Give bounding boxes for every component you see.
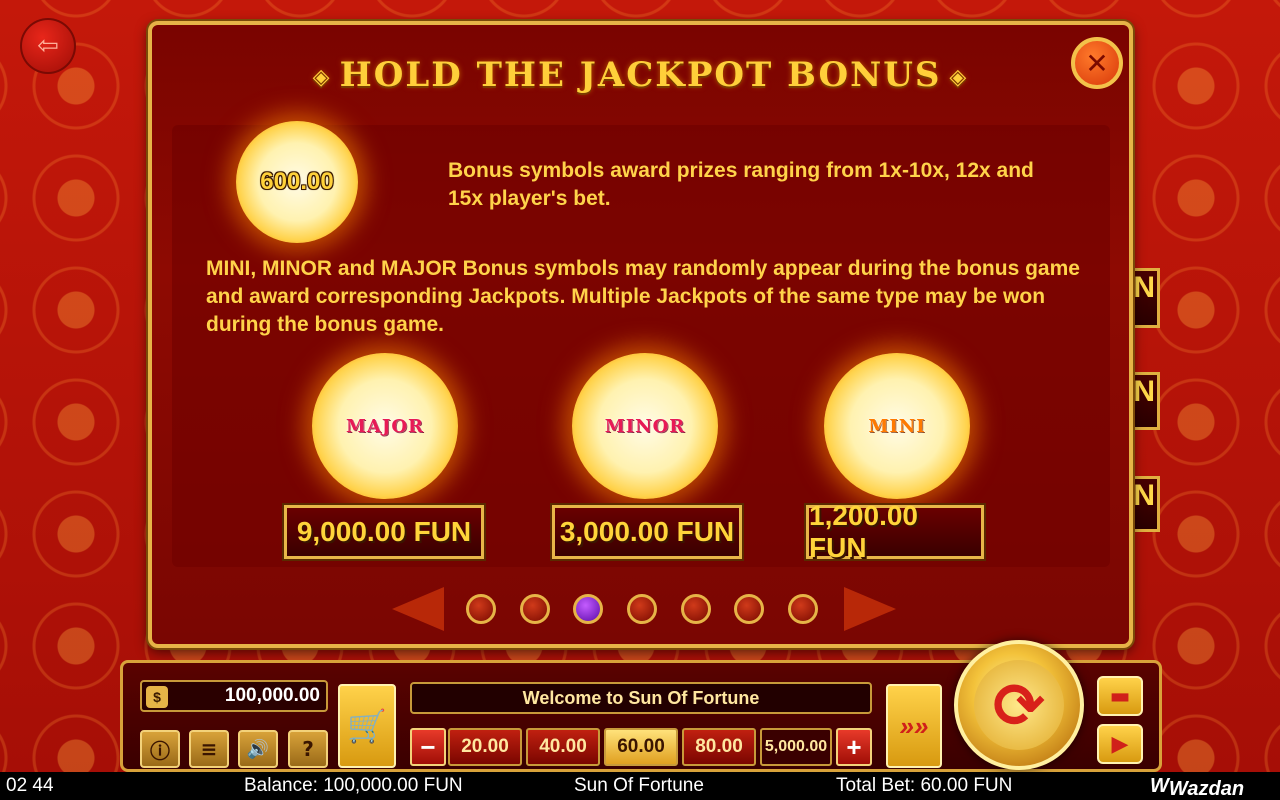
close-button[interactable]: ✕	[1071, 37, 1123, 89]
jackpot-mini-symbol: MINI	[824, 353, 970, 499]
page-dot-5[interactable]	[681, 594, 711, 624]
balance-display: $ 100,000.00	[140, 680, 328, 712]
bet-increase-button[interactable]: +	[836, 728, 872, 766]
info-icon: ⓘ	[150, 738, 170, 763]
exit-button[interactable]: ⇦	[20, 18, 76, 74]
turbo-button[interactable]: ▬	[1097, 676, 1143, 716]
next-page-arrow[interactable]	[844, 587, 896, 631]
status-total-bet: Total Bet: 60.00 FUN	[836, 775, 1013, 796]
jackpot-major-value: 9,000.00 FUN	[284, 505, 484, 559]
status-bar: 02 44 Balance: 100,000.00 FUN Sun Of For…	[0, 772, 1280, 800]
balance-value: 100,000.00	[224, 685, 320, 706]
jackpot-minor-value: 3,000.00 FUN	[552, 505, 742, 559]
jackpot-mini-value: 1,200.00 FUN	[806, 500, 984, 563]
status-balance: Balance: 100,000.00 FUN	[244, 775, 463, 796]
spin-button[interactable]: ⟳	[954, 640, 1084, 770]
ornament-icon: ◈	[949, 64, 969, 90]
panel-title: ◈ HOLD THE JACKPOT BONUS ◈	[152, 55, 1129, 95]
bet-option-4[interactable]: 80.00	[682, 728, 756, 766]
menu-icon: ≡	[200, 737, 218, 761]
page-dot-3[interactable]	[573, 594, 603, 624]
jackpot-major-label: MAJOR	[345, 415, 425, 437]
brand-name: Wazdan	[1168, 778, 1245, 800]
autoplay-icon: »»	[899, 710, 929, 741]
page-dot-1[interactable]	[466, 594, 496, 624]
exit-icon: ⇦	[37, 31, 59, 61]
paytable-panel: ◈ HOLD THE JACKPOT BONUS ◈ ✕ 600.00 Bonus …	[148, 21, 1133, 648]
close-icon: ✕	[1085, 46, 1109, 80]
jackpot-mini-label: MINI	[868, 415, 926, 437]
bet-option-2[interactable]: 40.00	[526, 728, 600, 766]
jackpot-description: MINI, MINOR and MAJOR Bonus symbols may …	[206, 257, 1080, 336]
page-dot-6[interactable]	[734, 594, 764, 624]
bet-decrease-button[interactable]: −	[410, 728, 446, 766]
bet-option-1[interactable]: 20.00	[448, 728, 522, 766]
cart-icon: 🛒	[347, 707, 387, 745]
bet-option-3[interactable]: 60.00	[604, 728, 678, 766]
bet-option-5[interactable]: 5,000.00	[760, 728, 832, 766]
bonus-description: Bonus symbols award prizes ranging from …	[448, 159, 1034, 210]
spin-icon: ⟳	[974, 660, 1064, 750]
jackpot-minor-symbol: MINOR	[572, 353, 718, 499]
money-bag-icon: $	[146, 686, 168, 708]
jackpot-major-symbol: MAJOR	[312, 353, 458, 499]
page-dot-4[interactable]	[627, 594, 657, 624]
sound-icon: 🔊	[246, 738, 270, 760]
menu-button[interactable]: ≡	[189, 730, 229, 768]
title-text: HOLD THE JACKPOT BONUS	[339, 55, 942, 95]
message-display: Welcome to Sun Of Fortune	[410, 682, 872, 714]
ornament-icon: ◈	[312, 64, 332, 90]
jackpot-minor-label: MINOR	[604, 415, 686, 437]
play-icon: ▶	[1111, 731, 1129, 757]
page-dot-2[interactable]	[520, 594, 550, 624]
brand-logo: W Wazdan	[1150, 775, 1245, 800]
info-button[interactable]: ⓘ	[140, 730, 180, 768]
clock: 02 44	[6, 775, 54, 796]
help-button[interactable]: ?	[288, 730, 328, 768]
autospin-button[interactable]: ▶	[1097, 724, 1143, 764]
shop-button[interactable]: 🛒	[338, 684, 396, 768]
page-dot-7[interactable]	[788, 594, 818, 624]
bonus-symbol-sample: 600.00	[236, 121, 358, 243]
autoplay-button[interactable]: »»	[886, 684, 942, 768]
prev-page-arrow[interactable]	[392, 587, 444, 631]
sound-button[interactable]: 🔊	[238, 730, 278, 768]
bonus-symbol-value: 600.00	[260, 168, 334, 195]
status-game-name: Sun Of Fortune	[574, 775, 704, 796]
plus-icon: +	[846, 731, 862, 762]
help-icon: ?	[302, 737, 314, 761]
turbo-icon: ▬	[1109, 683, 1131, 709]
minus-icon: −	[420, 731, 436, 762]
